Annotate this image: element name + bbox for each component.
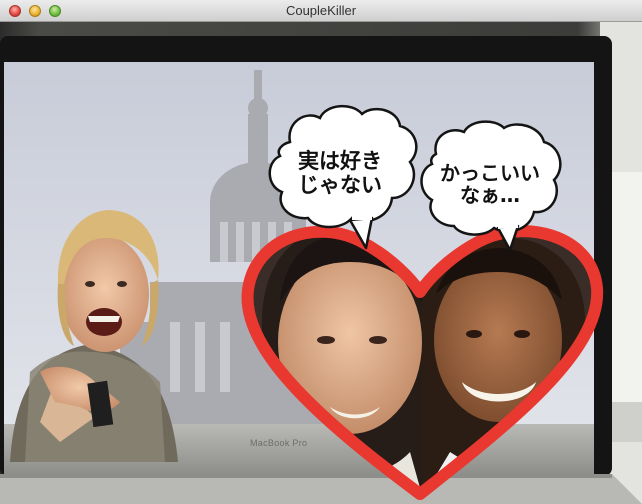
laptop-brand-label: MacBook Pro (250, 438, 308, 448)
camera-view: MacBook Pro 実は好き じゃない かっこいい なぁ… (0, 22, 642, 504)
window-title: CoupleKiller (285, 3, 357, 18)
speech-bubble-left-text: 実は好き じゃない (298, 149, 382, 197)
app-window: CoupleKiller MacBook Pro 実は好き じゃない かっこいい… (0, 0, 642, 504)
speech-bubble-right-text: かっこいい なぁ… (440, 161, 540, 208)
camera-scene (0, 22, 642, 504)
title-bar[interactable]: CoupleKiller (0, 0, 642, 22)
